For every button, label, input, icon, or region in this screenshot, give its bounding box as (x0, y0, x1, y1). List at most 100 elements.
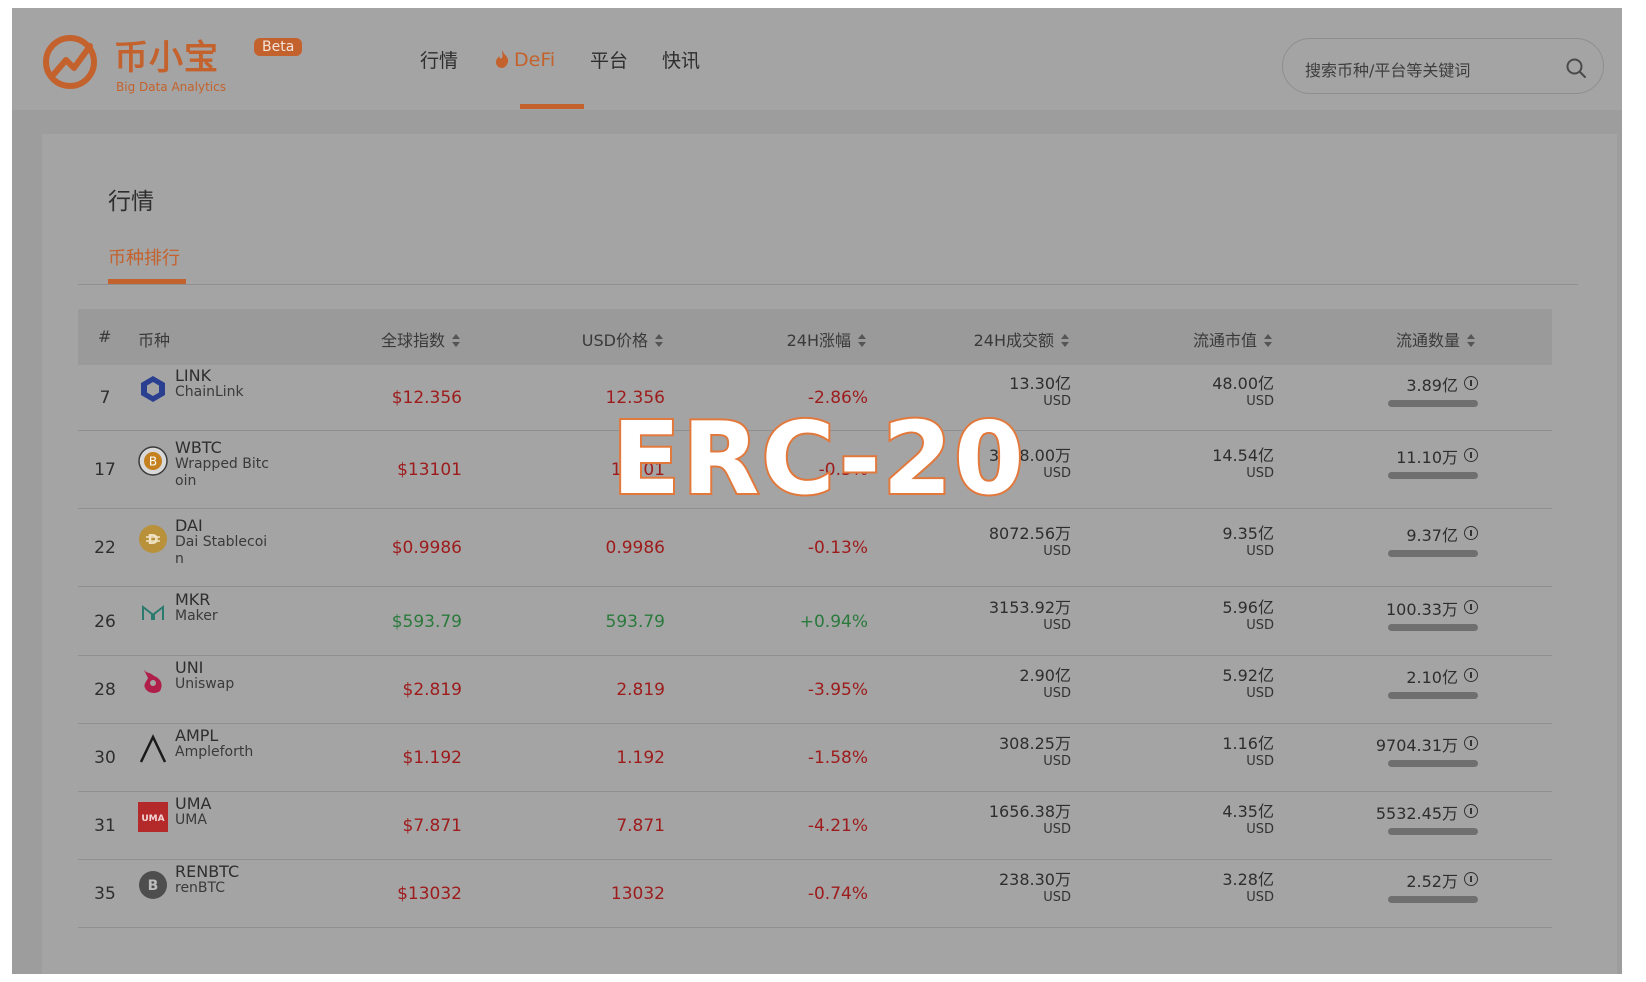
global-index-value: $0.9986 (391, 538, 462, 558)
info-icon[interactable] (1464, 526, 1478, 540)
uma-icon: UMA (138, 802, 168, 832)
tab-coin-ranking[interactable]: 币种排行 (108, 244, 180, 270)
ampleforth-icon (138, 734, 168, 764)
coin-symbol[interactable]: MKR (175, 590, 210, 609)
sort-icon (857, 334, 867, 348)
supply-value: 5532.45万 (1375, 804, 1458, 823)
global-index-value: $2.819 (402, 680, 462, 700)
volume-value: 13.30亿 (1009, 374, 1071, 393)
nav-item-market[interactable]: 行情 (420, 46, 458, 73)
info-icon[interactable] (1464, 736, 1478, 750)
supply-value: 9704.31万 (1375, 736, 1458, 755)
volume-unit: USD (1043, 544, 1071, 559)
brand-name: 币小宝 (114, 38, 219, 78)
coin-symbol[interactable]: WBTC (175, 438, 222, 457)
coin-name: renBTC (175, 880, 226, 896)
info-icon[interactable] (1464, 600, 1478, 614)
supply-value: 9.37亿 (1406, 526, 1458, 545)
table-row[interactable]: 22 D DAI Dai Stablecoin $0.9986 0.9986 -0.13% 8… (78, 509, 1552, 587)
svg-text:B: B (149, 455, 157, 469)
nav-item-defi[interactable]: DeFi (494, 46, 555, 71)
header-coin: 币种 (138, 331, 171, 350)
row-rank: 30 (94, 748, 116, 768)
header-24h-volume[interactable]: 24H成交额 (890, 327, 1070, 351)
row-rank: 22 (94, 538, 116, 558)
coin-symbol[interactable]: UNI (175, 658, 203, 677)
info-icon[interactable] (1464, 376, 1478, 390)
coin-symbol[interactable]: RENBTC (175, 862, 239, 881)
header-usd-price[interactable]: USD价格 (484, 327, 664, 351)
row-rank: 28 (94, 680, 116, 700)
market-cap-unit: USD (1246, 466, 1274, 481)
market-cap-unit: USD (1246, 544, 1274, 559)
row-rank: 26 (94, 612, 116, 632)
coin-name: Maker (175, 608, 218, 624)
supply-progress-bar (1388, 400, 1478, 407)
coin-symbol[interactable]: AMPL (175, 726, 218, 745)
sort-icon (451, 334, 461, 348)
wbtc-icon: B (138, 446, 168, 476)
coin-symbol[interactable]: DAI (175, 516, 203, 535)
info-icon[interactable] (1464, 872, 1478, 886)
header-market-cap[interactable]: 流通市值 (1093, 327, 1273, 351)
volume-unit: USD (1043, 618, 1071, 633)
table-row[interactable]: 35 B RENBTC renBTC $13032 13032 -0.74% 238.30万 U… (78, 860, 1552, 928)
coin-symbol[interactable]: LINK (175, 366, 211, 385)
header-supply[interactable]: 流通数量 (1296, 327, 1476, 351)
dai-icon: D (138, 524, 168, 554)
logo-icon (43, 35, 97, 89)
nav-item-news[interactable]: 快讯 (662, 46, 700, 73)
coin-name: ChainLink (175, 384, 244, 400)
search-icon[interactable] (1565, 57, 1587, 79)
table-row[interactable]: 31 UMA UMA UMA $7.871 7.871 -4.21% 1656.38万 USD 4… (78, 792, 1552, 860)
info-icon[interactable] (1464, 448, 1478, 462)
renbtc-icon: B (138, 870, 168, 900)
usd-price-value: 13032 (610, 884, 665, 904)
header-index: # (98, 327, 112, 346)
market-panel: 行情 币种排行 # 币种 全球指数 USD价格 24H涨幅 24H成交额 流通市… (42, 134, 1617, 974)
svg-text:B: B (148, 878, 159, 894)
info-icon[interactable] (1464, 668, 1478, 682)
change-value: +0.94% (799, 612, 868, 632)
nav-item-platform[interactable]: 平台 (590, 46, 628, 73)
supply-value: 2.52万 (1406, 872, 1458, 891)
usd-price-value: 1.192 (616, 748, 665, 768)
info-icon[interactable] (1464, 804, 1478, 818)
usd-price-value: 0.9986 (605, 538, 665, 558)
chainlink-icon (138, 374, 168, 404)
header-global-index-label: 全球指数 (380, 331, 445, 350)
volume-value: 308.25万 (999, 734, 1071, 753)
coin-symbol[interactable]: UMA (175, 794, 211, 813)
market-cap-unit: USD (1246, 394, 1274, 409)
header-24h-change-label: 24H涨幅 (786, 331, 851, 350)
search-input[interactable]: 搜索币种/平台等关键词 (1305, 57, 1470, 81)
supply-progress-bar (1388, 760, 1478, 767)
search-box[interactable]: 搜索币种/平台等关键词 (1282, 38, 1604, 94)
row-rank: 31 (94, 816, 116, 836)
market-cap-unit: USD (1246, 754, 1274, 769)
brand-logo[interactable]: 币小宝 Big Data Analytics Beta (40, 26, 310, 96)
change-value: -1.58% (807, 748, 868, 768)
coin-name: Ampleforth (175, 744, 254, 760)
volume-value: 238.30万 (999, 870, 1071, 889)
usd-price-value: 7.871 (616, 816, 665, 836)
market-cap-value: 48.00亿 (1212, 374, 1274, 393)
table-row[interactable]: 26 MKR Maker $593.79 593.79 +0.94% 3153.92万 USD… (78, 587, 1552, 656)
erc20-overlay-text: ERC-20 (610, 398, 1026, 519)
table-row[interactable]: 28 UNI Uniswap $2.819 2.819 -3.95% 2.90亿 USD 5.9… (78, 656, 1552, 724)
supply-value: 3.89亿 (1406, 376, 1458, 395)
global-index-value: $13032 (397, 884, 462, 904)
sort-icon (1263, 334, 1273, 348)
change-value: -0.13% (807, 538, 868, 558)
supply-progress-bar (1388, 550, 1478, 557)
market-cap-value: 14.54亿 (1212, 446, 1274, 465)
header-global-index[interactable]: 全球指数 (281, 327, 461, 351)
coin-name: Dai Stablecoin (175, 534, 268, 567)
fire-icon (496, 50, 509, 68)
nav-defi-label: DeFi (514, 49, 556, 71)
header-24h-change[interactable]: 24H涨幅 (687, 327, 867, 351)
row-rank: 35 (94, 884, 116, 904)
change-value: -3.95% (807, 680, 868, 700)
sort-icon (654, 334, 664, 348)
table-row[interactable]: 30 AMPL Ampleforth $1.192 1.192 -1.58% 308.25万… (78, 724, 1552, 792)
